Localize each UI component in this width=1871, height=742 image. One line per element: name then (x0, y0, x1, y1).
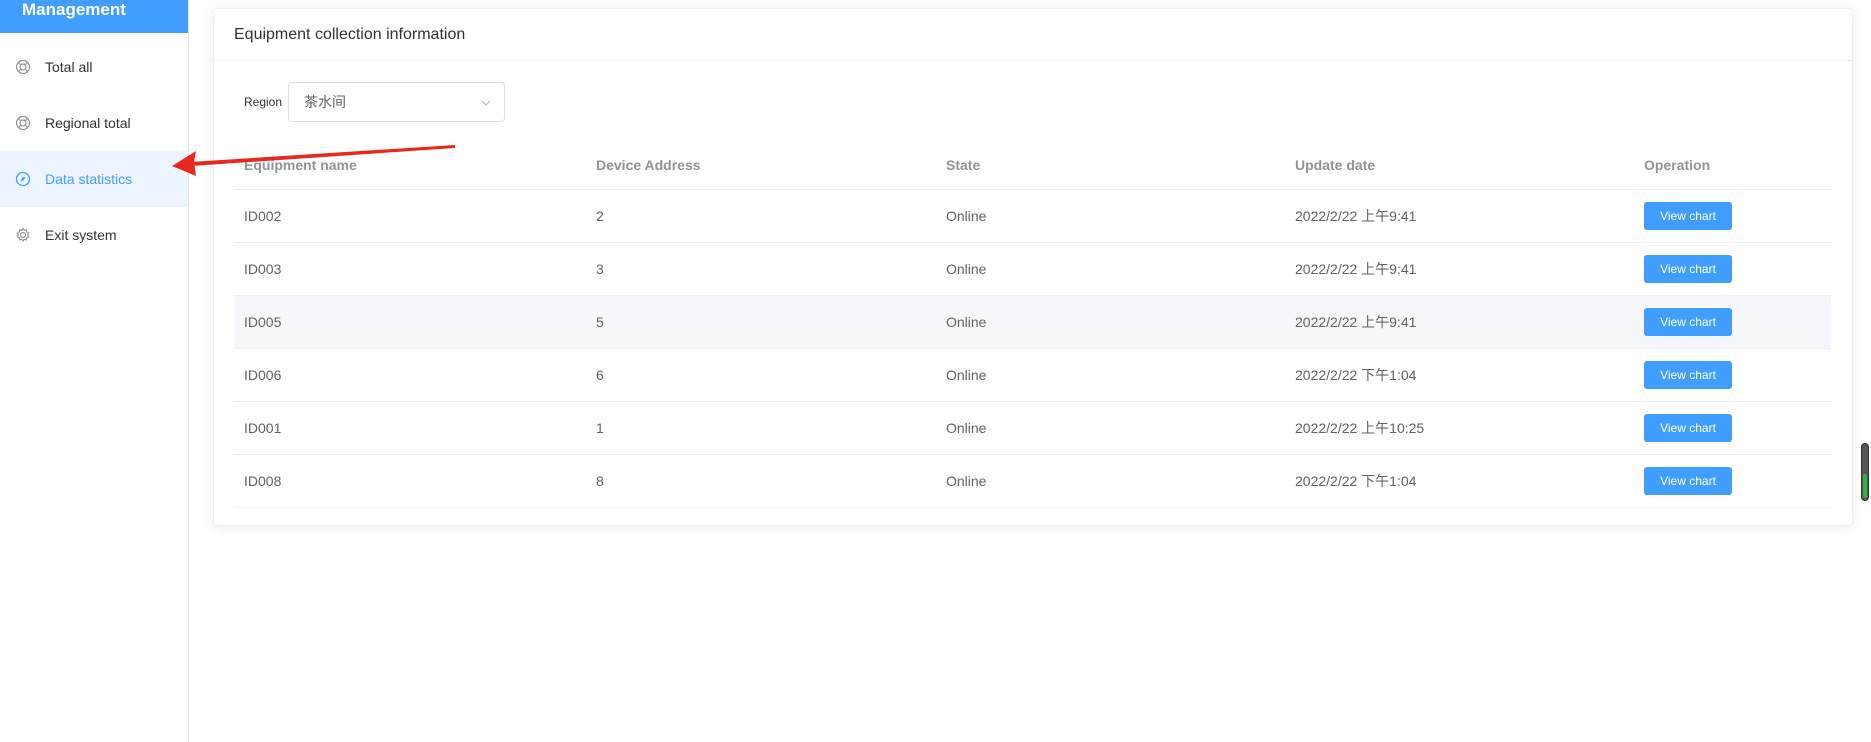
sidebar-item-exit-system[interactable]: Exit system (0, 207, 188, 263)
table-header-row: Equipment name Device Address State Upda… (234, 141, 1831, 190)
cell-update-date: 2022/2/22 上午9:41 (1285, 242, 1634, 296)
cell-device-address: 2 (586, 189, 936, 243)
scrollbar-indicator (1863, 474, 1867, 498)
cell-update-date: 2022/2/22 下午1:04 (1285, 454, 1634, 508)
cell-equipment-name: ID008 (234, 454, 586, 508)
cell-equipment-name: ID005 (234, 295, 586, 349)
view-chart-button[interactable]: View chart (1644, 360, 1732, 389)
sidebar-item-regional-total[interactable]: Regional total (0, 95, 188, 151)
sidebar-item-label: Regional total (45, 115, 131, 131)
cell-state: Online (936, 295, 1285, 349)
chevron-down-icon (480, 96, 492, 112)
view-chart-button[interactable]: View chart (1644, 413, 1732, 442)
cell-operation: View chart (1634, 401, 1831, 455)
cell-state: Online (936, 348, 1285, 402)
sidebar-item-total-all[interactable]: Total all (0, 39, 188, 95)
region-select-value: 茶水间 (304, 94, 346, 110)
cell-equipment-name: ID006 (234, 348, 586, 402)
table-row: ID006 6 Online 2022/2/22 下午1:04 View cha… (234, 348, 1831, 402)
sidebar-menu: Total all Regional total Data statistics… (0, 39, 188, 263)
view-chart-button[interactable]: View chart (1644, 254, 1732, 283)
cell-device-address: 5 (586, 295, 936, 349)
equipment-table: Equipment name Device Address State Upda… (234, 141, 1831, 508)
cell-update-date: 2022/2/22 上午9:41 (1285, 189, 1634, 243)
cell-operation: View chart (1634, 189, 1831, 243)
cell-device-address: 8 (586, 454, 936, 508)
sidebar-item-data-statistics[interactable]: Data statistics (0, 151, 188, 207)
region-select[interactable]: 茶水间 (288, 82, 505, 122)
cell-update-date: 2022/2/22 上午9:41 (1285, 295, 1634, 349)
cell-equipment-name: ID003 (234, 242, 586, 296)
cell-update-date: 2022/2/22 下午1:04 (1285, 348, 1634, 402)
column-header-state[interactable]: State (936, 141, 1285, 190)
table-row: ID003 3 Online 2022/2/22 上午9:41 View cha… (234, 242, 1831, 296)
sidebar: Management Total all Regional total Data… (0, 0, 189, 742)
card-body: Region 茶水间 Equipment name Device Address… (214, 61, 1852, 508)
cell-operation: View chart (1634, 348, 1831, 402)
view-chart-button[interactable]: View chart (1644, 201, 1732, 230)
scrollbar-thumb[interactable] (1861, 443, 1869, 501)
table-row: ID008 8 Online 2022/2/22 下午1:04 View cha… (234, 454, 1831, 508)
table-row: ID002 2 Online 2022/2/22 上午9:41 View cha… (234, 189, 1831, 243)
region-label: Region (244, 95, 283, 109)
column-header-equipment-name[interactable]: Equipment name (234, 141, 586, 190)
cell-state: Online (936, 242, 1285, 296)
cell-device-address: 3 (586, 242, 936, 296)
region-filter: Region 茶水间 (234, 82, 1832, 122)
view-chart-button[interactable]: View chart (1644, 466, 1732, 495)
card-title: Equipment collection information (214, 9, 1852, 61)
sidebar-item-label: Exit system (45, 227, 117, 243)
compass-icon (15, 171, 31, 187)
cell-device-address: 6 (586, 348, 936, 402)
cell-operation: View chart (1634, 295, 1831, 349)
cell-operation: View chart (1634, 454, 1831, 508)
cell-state: Online (936, 401, 1285, 455)
cell-state: Online (936, 189, 1285, 243)
view-chart-button[interactable]: View chart (1644, 307, 1732, 336)
cell-operation: View chart (1634, 242, 1831, 296)
sidebar-brand: Management (0, 0, 188, 33)
app-root: Management Total all Regional total Data… (0, 0, 1871, 742)
lifebuoy-icon (15, 115, 31, 131)
equipment-card: Equipment collection information Region … (213, 8, 1853, 526)
column-header-update-date[interactable]: Update date (1285, 141, 1634, 190)
table-row: ID001 1 Online 2022/2/22 上午10:25 View ch… (234, 401, 1831, 455)
cell-equipment-name: ID002 (234, 189, 586, 243)
sidebar-item-label: Data statistics (45, 171, 133, 187)
sidebar-item-label: Total all (45, 59, 93, 75)
cell-equipment-name: ID001 (234, 401, 586, 455)
cell-update-date: 2022/2/22 上午10:25 (1285, 401, 1634, 455)
table-row: ID005 5 Online 2022/2/22 上午9:41 View cha… (234, 295, 1831, 349)
column-header-device-address[interactable]: Device Address (586, 141, 936, 190)
cell-device-address: 1 (586, 401, 936, 455)
cell-state: Online (936, 454, 1285, 508)
column-header-operation: Operation (1634, 141, 1831, 190)
lifebuoy-icon (15, 59, 31, 75)
gear-icon (15, 227, 31, 243)
